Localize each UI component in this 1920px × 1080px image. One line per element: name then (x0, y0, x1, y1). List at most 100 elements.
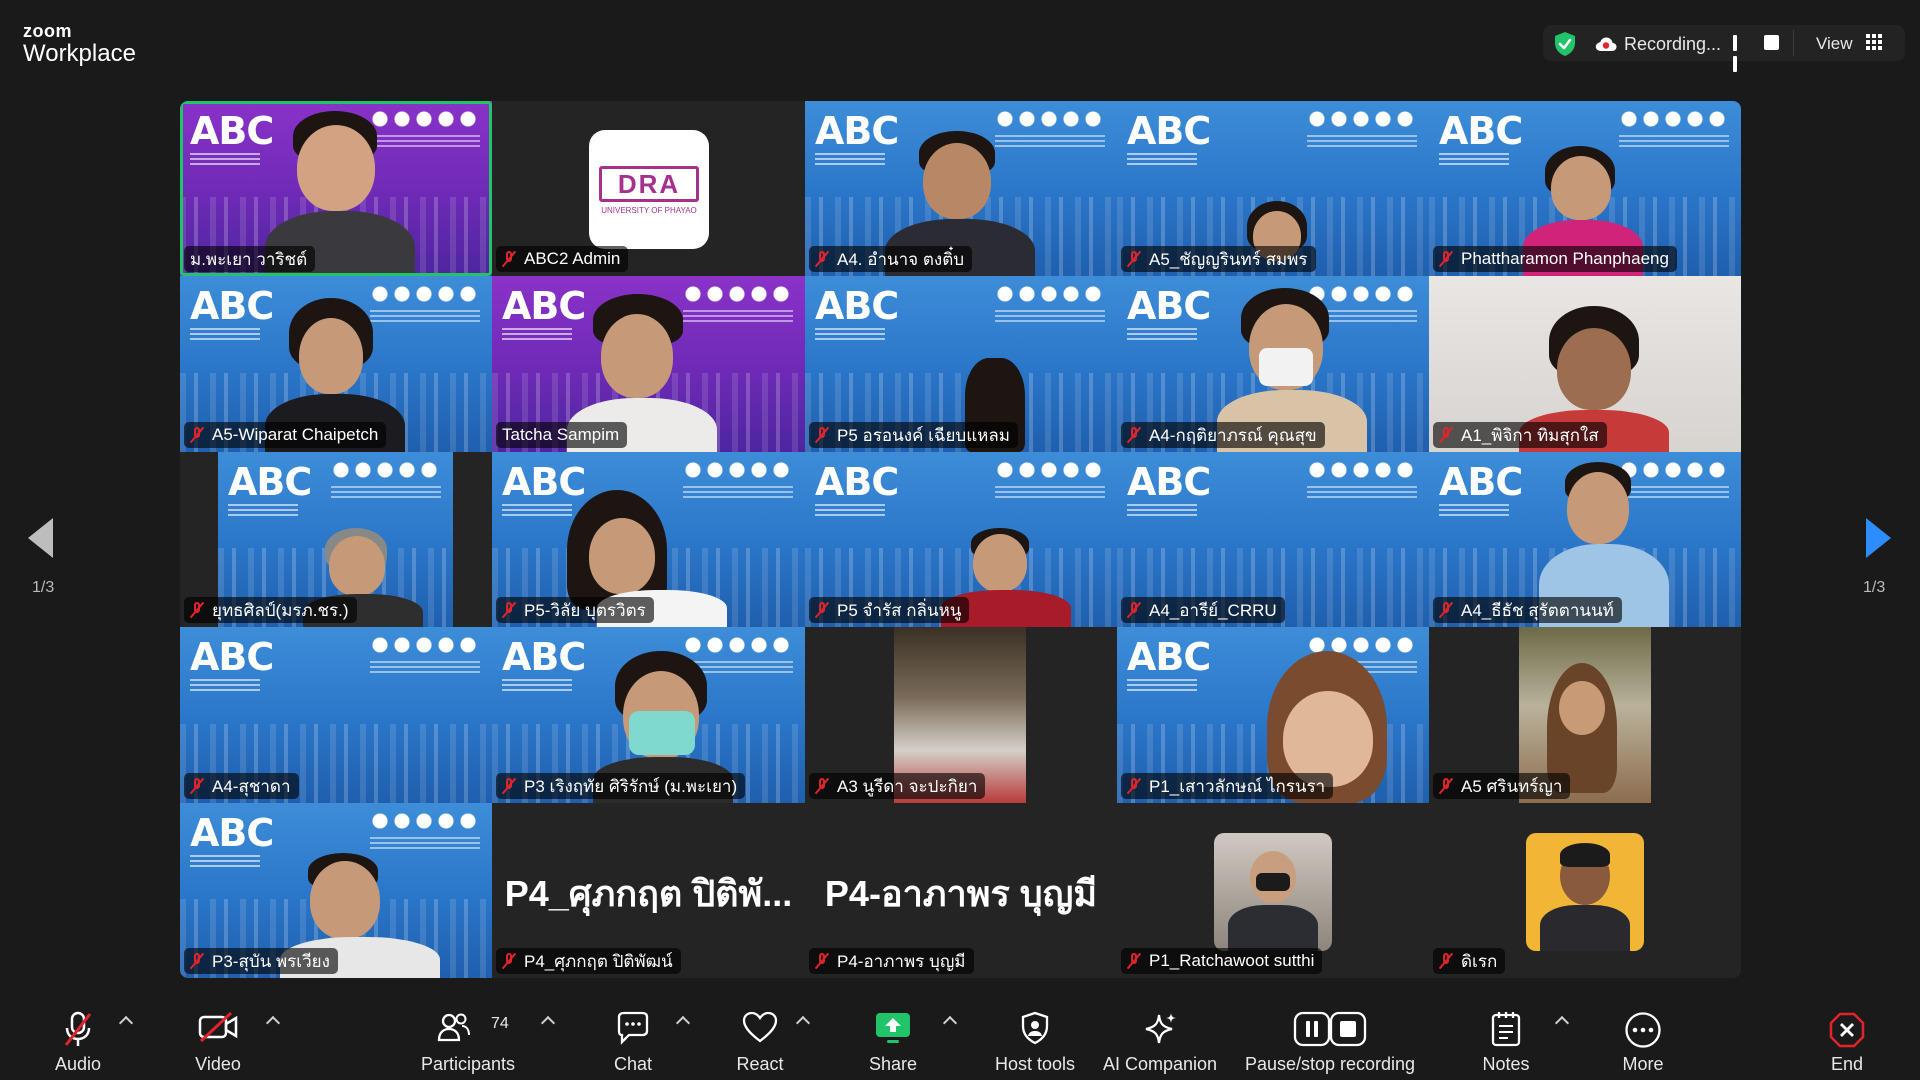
participant-tile[interactable]: ABC Phattharamon Phanphaeng (1429, 101, 1741, 276)
recording-label[interactable]: Recording... (1624, 34, 1721, 55)
participant-tile[interactable]: ABC P5 จำรัส กลิ่นหนู (805, 452, 1117, 627)
notes-label: Notes (1482, 1054, 1530, 1074)
pause-stop-recording-button[interactable]: Pause/stop recording (1240, 993, 1420, 1080)
previous-page-arrow-icon[interactable] (28, 518, 53, 558)
participant-name-tag: P5 จำรัส กลิ่นหนู (809, 597, 970, 623)
participant-tile[interactable]: A3 นูรีดา จะปะกิยา (805, 627, 1117, 803)
ai-companion-button[interactable]: AI Companion (1095, 993, 1225, 1080)
participant-name-tag: A4-กฤติยาภรณ์ คุณสุข (1121, 422, 1325, 448)
participant-name-tag: P5 อรอนงค์ เฉียบแหลม (809, 422, 1019, 448)
participant-name-tag: A5-Wiparat Chaipetch (184, 422, 387, 448)
abc-logo-icon: ABC (815, 460, 899, 504)
muted-mic-icon (815, 952, 829, 970)
participant-tile[interactable]: ABC A4-สุชาดา (180, 627, 492, 803)
participants-button[interactable]: 74 Participants (413, 993, 523, 1080)
share-options-chevron-icon[interactable] (942, 1015, 958, 1031)
abc-logo-icon: ABC (190, 284, 274, 328)
muted-mic-icon (1127, 426, 1141, 444)
participant-tile[interactable]: ABC P5 อรอนงค์ เฉียบแหลม (805, 276, 1117, 452)
dra-logo-subtitle: UNIVERSITY OF PHAYAO (601, 206, 697, 215)
participant-name-tag: A1_พิจิกา ทิมสุกใส (1433, 422, 1607, 448)
participant-tile[interactable]: ABC A5-Wiparat Chaipetch (180, 276, 492, 452)
grid-view-icon[interactable] (1866, 34, 1882, 50)
participant-tile[interactable]: A1_พิจิกา ทิมสุกใส (1429, 276, 1741, 452)
more-button[interactable]: More (1603, 993, 1683, 1080)
participant-tile[interactable]: ABC A4-กฤติยาภรณ์ คุณสุข (1117, 276, 1429, 452)
participant-name-tag: ABC2 Admin (496, 246, 629, 272)
participant-name-tag: A5_ชัญญรินทร์ สมพร (1121, 246, 1316, 272)
participant-name-tag: A5 ศรินทร์ญา (1433, 773, 1571, 799)
participant-tile[interactable]: ABC Tatcha Sampim (492, 276, 805, 452)
next-page-arrow-icon[interactable] (1866, 518, 1891, 558)
participant-name-tag: A3 นูรีดา จะปะกิยา (809, 773, 986, 799)
audio-options-chevron-icon[interactable] (118, 1015, 134, 1031)
pause-recording-icon[interactable] (1733, 35, 1747, 72)
end-meeting-button[interactable]: End (1807, 993, 1887, 1080)
participant-tile[interactable]: P4_ศุภกฤต ปิติพั... P4_ศุภกฤต ปิติพัฒน์ (492, 803, 805, 978)
abc-logo-icon: ABC (1439, 460, 1523, 504)
muted-mic-icon (1127, 952, 1141, 970)
participant-tile[interactable]: ABC P3 เริงฤทัย ศิริรักษ์ (ม.พะเยา) (492, 627, 805, 803)
chat-button[interactable]: Chat (593, 993, 673, 1080)
muted-mic-icon (190, 777, 204, 795)
encryption-shield-icon[interactable] (1553, 31, 1577, 57)
view-button[interactable]: View (1816, 34, 1853, 54)
abc-logo-icon: ABC (190, 811, 274, 855)
abc-logo-icon: ABC (502, 635, 586, 679)
profile-picture (1526, 833, 1644, 951)
share-button[interactable]: Share (853, 993, 933, 1080)
ai-sparkle-icon (1145, 1013, 1176, 1044)
muted-mic-icon (815, 250, 829, 268)
participant-tile[interactable]: ABC P3-สุบัน พรเวียง (180, 803, 492, 978)
participant-tile[interactable]: ABC A4_ธีธัช สุรัตตานนท์ (1429, 452, 1741, 627)
share-label: Share (868, 1054, 918, 1074)
participant-name-tag: P4-อาภาพร บุญมี (809, 948, 974, 974)
participant-tile[interactable]: DRA UNIVERSITY OF PHAYAO ABC2 Admin (492, 101, 805, 276)
participant-tile[interactable]: P1_Ratchawoot sutthi (1117, 803, 1429, 978)
profile-picture (1214, 833, 1332, 951)
dra-logo-text: DRA (599, 166, 699, 202)
participant-tile[interactable]: ABC P1_เสาวลักษณ์ ไกรนรา (1117, 627, 1429, 803)
muted-mic-icon (1439, 601, 1453, 619)
end-label: End (1830, 1054, 1864, 1074)
meeting-toolbar: Audio Video 74 Participants Chat React S… (0, 993, 1920, 1080)
participant-name-tag: A4_อารีย์_CRRU (1121, 597, 1285, 623)
stop-recording-icon[interactable] (1764, 35, 1779, 50)
participant-display-name: P4_ศุภกฤต ปิติพั... (504, 873, 793, 914)
participant-tile[interactable]: ABC P5-วิลัย บุตรวิตร (492, 452, 805, 627)
react-button[interactable]: React (720, 993, 800, 1080)
participant-tile[interactable]: ABC A5_ชัญญรินทร์ สมพร (1117, 101, 1429, 276)
host-tools-button[interactable]: Host tools (980, 993, 1090, 1080)
participant-name-tag: P5-วิลัย บุตรวิตร (496, 597, 654, 623)
muted-mic-icon (502, 601, 516, 619)
participant-tile[interactable]: ABC A4_อารีย์_CRRU (1117, 452, 1429, 627)
notes-button[interactable]: Notes (1466, 993, 1546, 1080)
participant-name-tag: A4_ธีธัช สุรัตตานนท์ (1433, 597, 1622, 623)
video-gallery: ABC ม.พะเยา วาริชต์ DRA UNIVERSITY OF PH… (180, 101, 1741, 978)
audio-button[interactable]: Audio (38, 993, 118, 1080)
react-label: React (736, 1054, 784, 1074)
participant-name-tag: P4_ศุภกฤต ปิติพัฒน์ (496, 948, 681, 974)
video-button[interactable]: Video (178, 993, 258, 1080)
logo-line-2: Workplace (23, 40, 136, 67)
muted-microphone-icon (64, 1011, 92, 1046)
dra-profile-picture: DRA UNIVERSITY OF PHAYAO (589, 130, 709, 249)
chat-options-chevron-icon[interactable] (675, 1015, 691, 1031)
muted-mic-icon (815, 601, 829, 619)
participant-tile[interactable]: ABC A4. อำนาจ ตงติ๋บ (805, 101, 1117, 276)
participant-tile[interactable]: A5 ศรินทร์ญา (1429, 627, 1741, 803)
participant-tile[interactable]: P4-อาภาพร บุญมี P4-อาภาพร บุญมี (805, 803, 1117, 978)
participant-tile[interactable]: ดิเรก (1429, 803, 1741, 978)
participant-tile[interactable]: ABC ม.พะเยา วาริชต์ (180, 101, 492, 276)
chat-icon (617, 1011, 649, 1045)
notes-options-chevron-icon[interactable] (1554, 1015, 1570, 1031)
share-screen-icon (876, 1013, 910, 1043)
participants-options-chevron-icon[interactable] (540, 1015, 556, 1031)
host-shield-icon (1021, 1011, 1049, 1045)
more-label: More (1622, 1054, 1664, 1074)
participant-name-tag: ม.พะเยา วาริชต์ (184, 246, 316, 272)
participant-tile[interactable]: ABC ยุทธศิลป์(มรภ.ชร.) (180, 452, 492, 627)
page-indicator-right: 1/3 (1863, 579, 1886, 596)
video-options-chevron-icon[interactable] (265, 1015, 281, 1031)
pause-stop-recording-label: Pause/stop recording (1244, 1054, 1416, 1074)
